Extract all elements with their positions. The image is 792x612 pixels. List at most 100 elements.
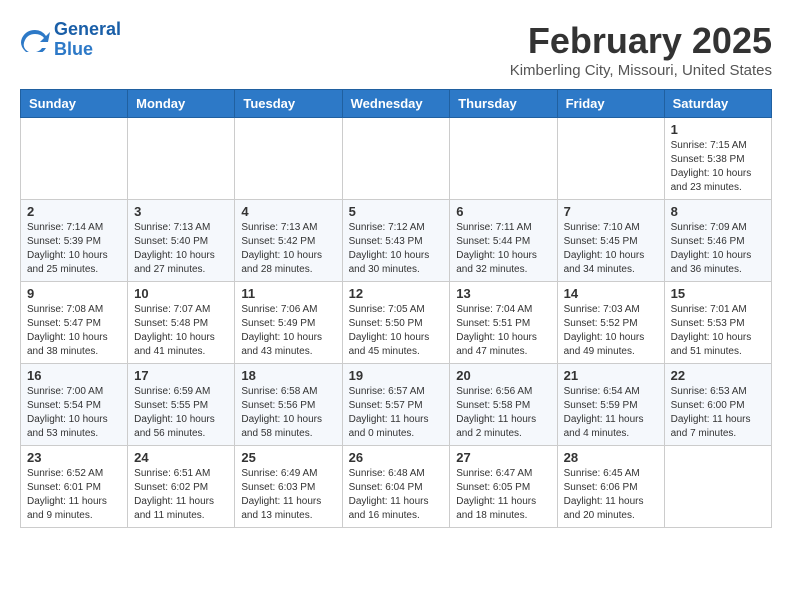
- day-number: 17: [134, 368, 228, 383]
- calendar-cell: 23 Sunrise: 6:52 AM Sunset: 6:01 PM Dayli…: [21, 446, 128, 528]
- calendar-cell: 9 Sunrise: 7:08 AM Sunset: 5:47 PM Daylig…: [21, 282, 128, 364]
- day-number: 24: [134, 450, 228, 465]
- day-number: 3: [134, 204, 228, 219]
- day-number: 16: [27, 368, 121, 383]
- calendar-cell: [21, 118, 128, 200]
- day-info: Sunrise: 7:04 AM Sunset: 5:51 PM Dayligh…: [456, 303, 550, 359]
- day-number: 27: [456, 450, 550, 465]
- day-number: 15: [671, 286, 765, 301]
- calendar-cell: 27 Sunrise: 6:47 AM Sunset: 6:05 PM Dayli…: [450, 446, 557, 528]
- day-number: 8: [671, 204, 765, 219]
- day-number: 7: [564, 204, 658, 219]
- calendar-cell: [557, 118, 664, 200]
- day-number: 26: [349, 450, 444, 465]
- day-info: Sunrise: 7:03 AM Sunset: 5:52 PM Dayligh…: [564, 303, 658, 359]
- day-number: 14: [564, 286, 658, 301]
- day-info: Sunrise: 7:15 AM Sunset: 5:38 PM Dayligh…: [671, 139, 765, 195]
- day-info: Sunrise: 6:48 AM Sunset: 6:04 PM Dayligh…: [349, 467, 444, 523]
- day-number: 18: [241, 368, 335, 383]
- weekday-header-friday: Friday: [557, 90, 664, 118]
- weekday-header-monday: Monday: [128, 90, 235, 118]
- day-number: 4: [241, 204, 335, 219]
- day-number: 2: [27, 204, 121, 219]
- calendar-cell: 21 Sunrise: 6:54 AM Sunset: 5:59 PM Dayli…: [557, 364, 664, 446]
- week-row-5: 23 Sunrise: 6:52 AM Sunset: 6:01 PM Dayli…: [21, 446, 772, 528]
- calendar-cell: 6 Sunrise: 7:11 AM Sunset: 5:44 PM Daylig…: [450, 200, 557, 282]
- day-number: 5: [349, 204, 444, 219]
- day-info: Sunrise: 7:08 AM Sunset: 5:47 PM Dayligh…: [27, 303, 121, 359]
- calendar-cell: 20Sunrise: 6:56 AM Sunset: 5:58 PM Dayli…: [450, 364, 557, 446]
- day-info: Sunrise: 6:58 AM Sunset: 5:56 PM Dayligh…: [241, 385, 335, 441]
- calendar-cell: 17 Sunrise: 6:59 AM Sunset: 5:55 PM Dayli…: [128, 364, 235, 446]
- day-number: 9: [27, 286, 121, 301]
- calendar-cell: 19Sunrise: 6:57 AM Sunset: 5:57 PM Dayli…: [342, 364, 450, 446]
- calendar-cell: 5 Sunrise: 7:12 AM Sunset: 5:43 PM Daylig…: [342, 200, 450, 282]
- day-info: Sunrise: 7:10 AM Sunset: 5:45 PM Dayligh…: [564, 221, 658, 277]
- day-number: 12: [349, 286, 444, 301]
- calendar-cell: [128, 118, 235, 200]
- week-row-4: 16Sunrise: 7:00 AM Sunset: 5:54 PM Dayli…: [21, 364, 772, 446]
- day-info: Sunrise: 7:09 AM Sunset: 5:46 PM Dayligh…: [671, 221, 765, 277]
- day-number: 23: [27, 450, 121, 465]
- calendar-cell: 18 Sunrise: 6:58 AM Sunset: 5:56 PM Dayli…: [235, 364, 342, 446]
- title-block: February 2025 Kimberling City, Missouri,…: [510, 20, 772, 79]
- logo-text: General Blue: [54, 20, 121, 60]
- day-number: 28: [564, 450, 658, 465]
- day-info: Sunrise: 6:47 AM Sunset: 6:05 PM Dayligh…: [456, 467, 550, 523]
- day-info: Sunrise: 6:57 AM Sunset: 5:57 PM Dayligh…: [349, 385, 444, 441]
- calendar-cell: 7 Sunrise: 7:10 AM Sunset: 5:45 PM Daylig…: [557, 200, 664, 282]
- calendar-cell: 11Sunrise: 7:06 AM Sunset: 5:49 PM Dayli…: [235, 282, 342, 364]
- day-number: 25: [241, 450, 335, 465]
- day-info: Sunrise: 7:13 AM Sunset: 5:42 PM Dayligh…: [241, 221, 335, 277]
- calendar-cell: 8 Sunrise: 7:09 AM Sunset: 5:46 PM Daylig…: [664, 200, 771, 282]
- calendar-cell: 1 Sunrise: 7:15 AM Sunset: 5:38 PM Daylig…: [664, 118, 771, 200]
- calendar-cell: 28 Sunrise: 6:45 AM Sunset: 6:06 PM Dayli…: [557, 446, 664, 528]
- day-info: Sunrise: 7:06 AM Sunset: 5:49 PM Dayligh…: [241, 303, 335, 359]
- week-row-1: 1 Sunrise: 7:15 AM Sunset: 5:38 PM Daylig…: [21, 118, 772, 200]
- calendar-cell: 26 Sunrise: 6:48 AM Sunset: 6:04 PM Dayli…: [342, 446, 450, 528]
- day-info: Sunrise: 7:12 AM Sunset: 5:43 PM Dayligh…: [349, 221, 444, 277]
- day-number: 6: [456, 204, 550, 219]
- week-row-3: 9 Sunrise: 7:08 AM Sunset: 5:47 PM Daylig…: [21, 282, 772, 364]
- day-info: Sunrise: 6:45 AM Sunset: 6:06 PM Dayligh…: [564, 467, 658, 523]
- weekday-header-thursday: Thursday: [450, 90, 557, 118]
- day-info: Sunrise: 6:54 AM Sunset: 5:59 PM Dayligh…: [564, 385, 658, 441]
- day-number: 13: [456, 286, 550, 301]
- day-number: 21: [564, 368, 658, 383]
- day-info: Sunrise: 6:53 AM Sunset: 6:00 PM Dayligh…: [671, 385, 765, 441]
- day-number: 22: [671, 368, 765, 383]
- day-number: 10: [134, 286, 228, 301]
- day-info: Sunrise: 7:14 AM Sunset: 5:39 PM Dayligh…: [27, 221, 121, 277]
- calendar-cell: 10 Sunrise: 7:07 AM Sunset: 5:48 PM Dayli…: [128, 282, 235, 364]
- logo: General Blue: [20, 20, 121, 60]
- calendar-cell: [235, 118, 342, 200]
- calendar-cell: 12 Sunrise: 7:05 AM Sunset: 5:50 PM Dayli…: [342, 282, 450, 364]
- calendar-cell: 25 Sunrise: 6:49 AM Sunset: 6:03 PM Dayli…: [235, 446, 342, 528]
- calendar-cell: 4 Sunrise: 7:13 AM Sunset: 5:42 PM Daylig…: [235, 200, 342, 282]
- calendar-subtitle: Kimberling City, Missouri, United States: [510, 62, 772, 79]
- day-info: Sunrise: 7:05 AM Sunset: 5:50 PM Dayligh…: [349, 303, 444, 359]
- calendar-cell: 3Sunrise: 7:13 AM Sunset: 5:40 PM Daylig…: [128, 200, 235, 282]
- calendar-cell: 24 Sunrise: 6:51 AM Sunset: 6:02 PM Dayli…: [128, 446, 235, 528]
- day-info: Sunrise: 6:59 AM Sunset: 5:55 PM Dayligh…: [134, 385, 228, 441]
- weekday-header-saturday: Saturday: [664, 90, 771, 118]
- day-info: Sunrise: 6:49 AM Sunset: 6:03 PM Dayligh…: [241, 467, 335, 523]
- day-info: Sunrise: 7:11 AM Sunset: 5:44 PM Dayligh…: [456, 221, 550, 277]
- day-info: Sunrise: 7:07 AM Sunset: 5:48 PM Dayligh…: [134, 303, 228, 359]
- day-number: 1: [671, 122, 765, 137]
- day-info: Sunrise: 6:52 AM Sunset: 6:01 PM Dayligh…: [27, 467, 121, 523]
- calendar-cell: [342, 118, 450, 200]
- day-info: Sunrise: 7:01 AM Sunset: 5:53 PM Dayligh…: [671, 303, 765, 359]
- day-info: Sunrise: 6:51 AM Sunset: 6:02 PM Dayligh…: [134, 467, 228, 523]
- week-row-2: 2 Sunrise: 7:14 AM Sunset: 5:39 PM Daylig…: [21, 200, 772, 282]
- calendar-title: February 2025: [510, 20, 772, 62]
- calendar-cell: 2 Sunrise: 7:14 AM Sunset: 5:39 PM Daylig…: [21, 200, 128, 282]
- weekday-header-sunday: Sunday: [21, 90, 128, 118]
- weekday-header-tuesday: Tuesday: [235, 90, 342, 118]
- weekday-header-wednesday: Wednesday: [342, 90, 450, 118]
- calendar-cell: 14 Sunrise: 7:03 AM Sunset: 5:52 PM Dayli…: [557, 282, 664, 364]
- calendar-cell: 13 Sunrise: 7:04 AM Sunset: 5:51 PM Dayli…: [450, 282, 557, 364]
- calendar-cell: [450, 118, 557, 200]
- day-number: 20: [456, 368, 550, 383]
- calendar-cell: 15 Sunrise: 7:01 AM Sunset: 5:53 PM Dayli…: [664, 282, 771, 364]
